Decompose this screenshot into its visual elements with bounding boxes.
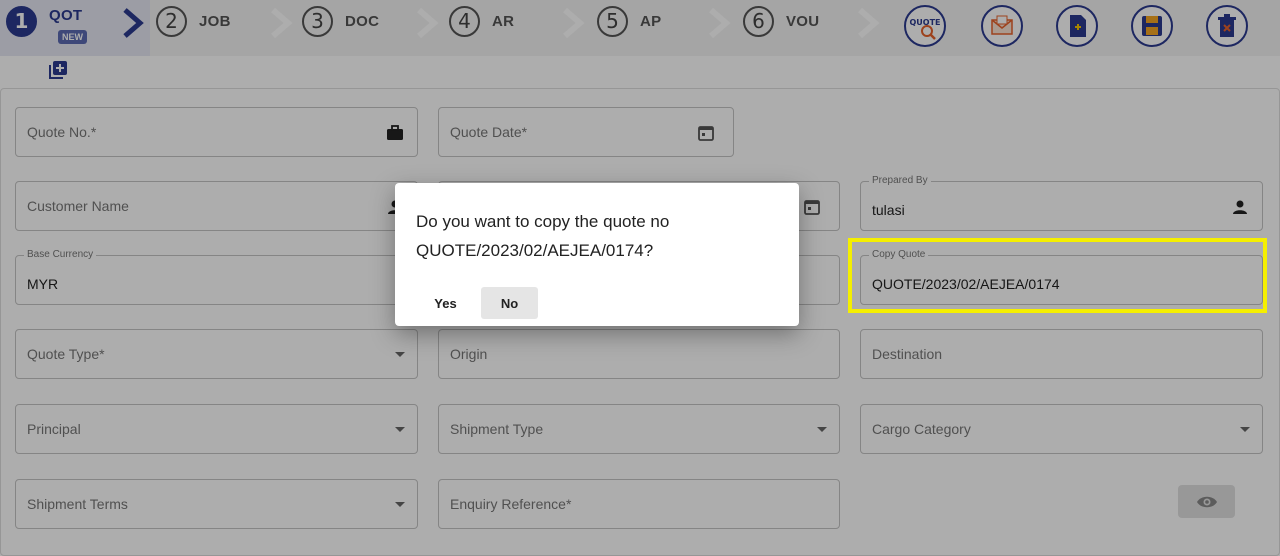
yes-button[interactable]: Yes <box>417 287 474 319</box>
dialog-message-line1: Do you want to copy the quote no <box>416 212 670 231</box>
copy-quote-highlight <box>848 238 1267 313</box>
dialog-message: Do you want to copy the quote no QUOTE/2… <box>416 207 786 265</box>
no-button[interactable]: No <box>481 287 538 319</box>
dialog-message-line2: QUOTE/2023/02/AEJEA/0174? <box>416 241 654 260</box>
copy-quote-dialog: Do you want to copy the quote no QUOTE/2… <box>395 183 799 326</box>
